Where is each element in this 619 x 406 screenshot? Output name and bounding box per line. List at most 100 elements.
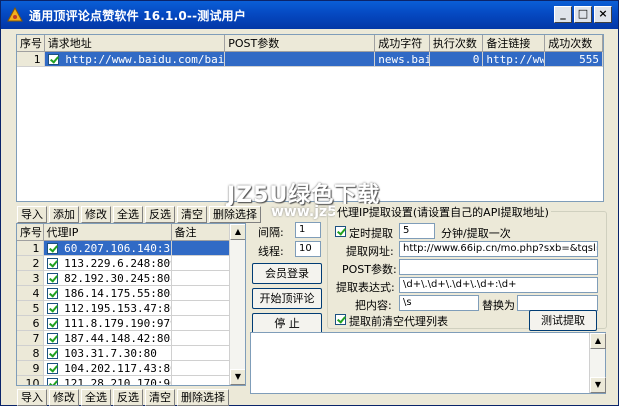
log-scrollbar[interactable]: ▲ ▼ xyxy=(589,333,606,393)
select-all-button[interactable]: 全选 xyxy=(113,206,143,223)
col-header-index[interactable]: 序号 xyxy=(17,224,44,241)
minimize-button[interactable]: _ xyxy=(554,6,572,23)
proxy-ip-cell[interactable]: 60.207.106.140:3128 xyxy=(43,240,172,256)
log-textarea[interactable]: ▲ ▼ xyxy=(250,332,606,394)
post-cell[interactable] xyxy=(224,51,376,67)
note-cell[interactable] xyxy=(171,270,230,286)
note-cell[interactable] xyxy=(171,330,230,346)
table-row[interactable]: 2 113.229.6.248:8090 xyxy=(17,255,230,271)
row-checkbox[interactable] xyxy=(46,258,58,269)
col-header-proxy-ip[interactable]: 代理IP xyxy=(43,224,172,241)
row-checkbox[interactable] xyxy=(46,243,58,254)
delete-selected-button[interactable]: 删除选择 xyxy=(209,206,261,223)
close-button[interactable]: × xyxy=(594,6,612,23)
table-row[interactable]: 10 121.28.210.170:9000 xyxy=(17,375,230,386)
invert-selection-button[interactable]: 反选 xyxy=(145,206,175,223)
success-count-cell[interactable]: 555 xyxy=(544,51,603,67)
table-row[interactable]: 9 104.202.117.43:80 xyxy=(17,360,230,376)
note-cell[interactable] xyxy=(171,360,230,376)
select-all-button[interactable]: 全选 xyxy=(81,389,111,406)
table-row[interactable]: 4 186.14.175.55:8080 xyxy=(17,285,230,301)
proxy-ip-text: 187.44.148.42:8080 xyxy=(64,331,171,345)
table-row[interactable]: 7 187.44.148.42:8080 xyxy=(17,330,230,346)
proxy-ip-cell[interactable]: 112.195.153.47:808 xyxy=(43,300,172,316)
clear-before-checkbox[interactable] xyxy=(335,314,346,325)
timed-extract-checkbox[interactable] xyxy=(335,226,346,237)
success-str-cell[interactable]: news.baid xyxy=(374,51,430,67)
proxy-ip-cell[interactable]: 82.192.30.245:8080 xyxy=(43,270,172,286)
proxy-ip-cell[interactable]: 103.31.7.30:80 xyxy=(43,345,172,361)
col-header-index[interactable]: 序号 xyxy=(17,35,45,52)
col-header-url[interactable]: 请求地址 xyxy=(44,35,226,52)
row-checkbox[interactable] xyxy=(46,348,58,359)
exec-count-cell[interactable]: 0 xyxy=(429,51,484,67)
note-cell[interactable] xyxy=(171,255,230,271)
col-header-note-link[interactable]: 备注链接 xyxy=(482,35,546,52)
table-row[interactable]: 8 103.31.7.30:80 xyxy=(17,345,230,361)
extract-url-input[interactable]: http://www.66ip.cn/mo.php?sxb=&tqsl=100 xyxy=(399,241,598,257)
row-checkbox[interactable] xyxy=(46,378,58,385)
note-cell[interactable] xyxy=(171,315,230,331)
table-row[interactable]: 6 111.8.179.190:9797 xyxy=(17,315,230,331)
row-index: 8 xyxy=(17,345,44,361)
proxy-table-scrollbar[interactable]: ▲ ▼ xyxy=(229,224,245,385)
table-row[interactable]: 1 http://www.baidu.com/baidu?wd=## news.… xyxy=(17,51,603,67)
clear-button[interactable]: 清空 xyxy=(145,389,175,406)
import-button[interactable]: 导入 xyxy=(17,389,47,406)
row-checkbox[interactable] xyxy=(46,318,58,329)
row-checkbox[interactable] xyxy=(46,333,58,344)
proxy-ip-cell[interactable]: 186.14.175.55:8080 xyxy=(43,285,172,301)
col-header-success-count[interactable]: 成功次数 xyxy=(544,35,603,52)
row-checkbox[interactable] xyxy=(47,54,59,65)
clear-button[interactable]: 清空 xyxy=(177,206,207,223)
proxy-ip-cell[interactable]: 121.28.210.170:9000 xyxy=(43,375,172,386)
minutes-input[interactable]: 5 xyxy=(399,223,435,239)
post-params-input[interactable] xyxy=(399,259,598,275)
test-extract-button[interactable]: 测试提取 xyxy=(529,310,597,331)
login-button[interactable]: 会员登录 xyxy=(252,263,322,284)
row-checkbox[interactable] xyxy=(46,363,58,374)
stop-button[interactable]: 停 止 xyxy=(252,313,322,334)
title-bar[interactable]: 通用顶评论点赞软件 16.1.0--测试用户 _ □ × xyxy=(1,1,618,29)
threads-input[interactable]: 10 xyxy=(295,241,321,257)
url-cell[interactable]: http://www.baidu.com/baidu?wd=## xyxy=(44,51,226,67)
col-header-success-str[interactable]: 成功字符 xyxy=(374,35,430,52)
invert-selection-button[interactable]: 反选 xyxy=(113,389,143,406)
scroll-down-icon[interactable]: ▼ xyxy=(230,369,245,385)
note-cell[interactable] xyxy=(171,285,230,301)
interval-input[interactable]: 1 xyxy=(295,222,321,238)
scroll-down-icon[interactable]: ▼ xyxy=(590,377,606,393)
proxy-ip-cell[interactable]: 187.44.148.42:8080 xyxy=(43,330,172,346)
content-input[interactable]: \s xyxy=(399,295,479,311)
table-row[interactable]: 5 112.195.153.47:808 xyxy=(17,300,230,316)
scroll-up-icon[interactable]: ▲ xyxy=(590,333,606,349)
proxy-ip-cell[interactable]: 104.202.117.43:80 xyxy=(43,360,172,376)
extract-url-label: 提取网址: xyxy=(346,245,394,258)
add-button[interactable]: 添加 xyxy=(49,206,79,223)
replace-input[interactable] xyxy=(517,295,598,311)
scroll-up-icon[interactable]: ▲ xyxy=(230,224,245,240)
table-row[interactable]: 3 82.192.30.245:8080 xyxy=(17,270,230,286)
row-checkbox[interactable] xyxy=(46,303,58,314)
proxy-ip-cell[interactable]: 111.8.179.190:9797 xyxy=(43,315,172,331)
delete-selected-button[interactable]: 删除选择 xyxy=(177,389,229,406)
edit-button[interactable]: 修改 xyxy=(81,206,111,223)
edit-button[interactable]: 修改 xyxy=(49,389,79,406)
note-link-cell[interactable]: http://www xyxy=(482,51,546,67)
regex-input[interactable]: \d+\.\d+\.\d+\.\d+:\d+ xyxy=(399,277,598,293)
proxy-ip-cell[interactable]: 113.229.6.248:8090 xyxy=(43,255,172,271)
row-checkbox[interactable] xyxy=(46,288,58,299)
maximize-button[interactable]: □ xyxy=(574,6,592,23)
note-cell[interactable] xyxy=(171,345,230,361)
import-button[interactable]: 导入 xyxy=(17,206,47,223)
row-checkbox[interactable] xyxy=(46,273,58,284)
col-header-post[interactable]: POST参数 xyxy=(224,35,376,52)
col-header-note[interactable]: 备注 xyxy=(171,224,230,241)
table-row[interactable]: 1 60.207.106.140:3128 xyxy=(17,240,230,256)
proxy-ip-text: 121.28.210.170:9000 xyxy=(64,376,171,386)
note-cell[interactable] xyxy=(171,300,230,316)
start-button[interactable]: 开始顶评论 xyxy=(252,288,322,309)
note-cell[interactable] xyxy=(171,240,230,256)
col-header-exec-count[interactable]: 执行次数 xyxy=(429,35,484,52)
note-cell[interactable] xyxy=(171,375,230,385)
